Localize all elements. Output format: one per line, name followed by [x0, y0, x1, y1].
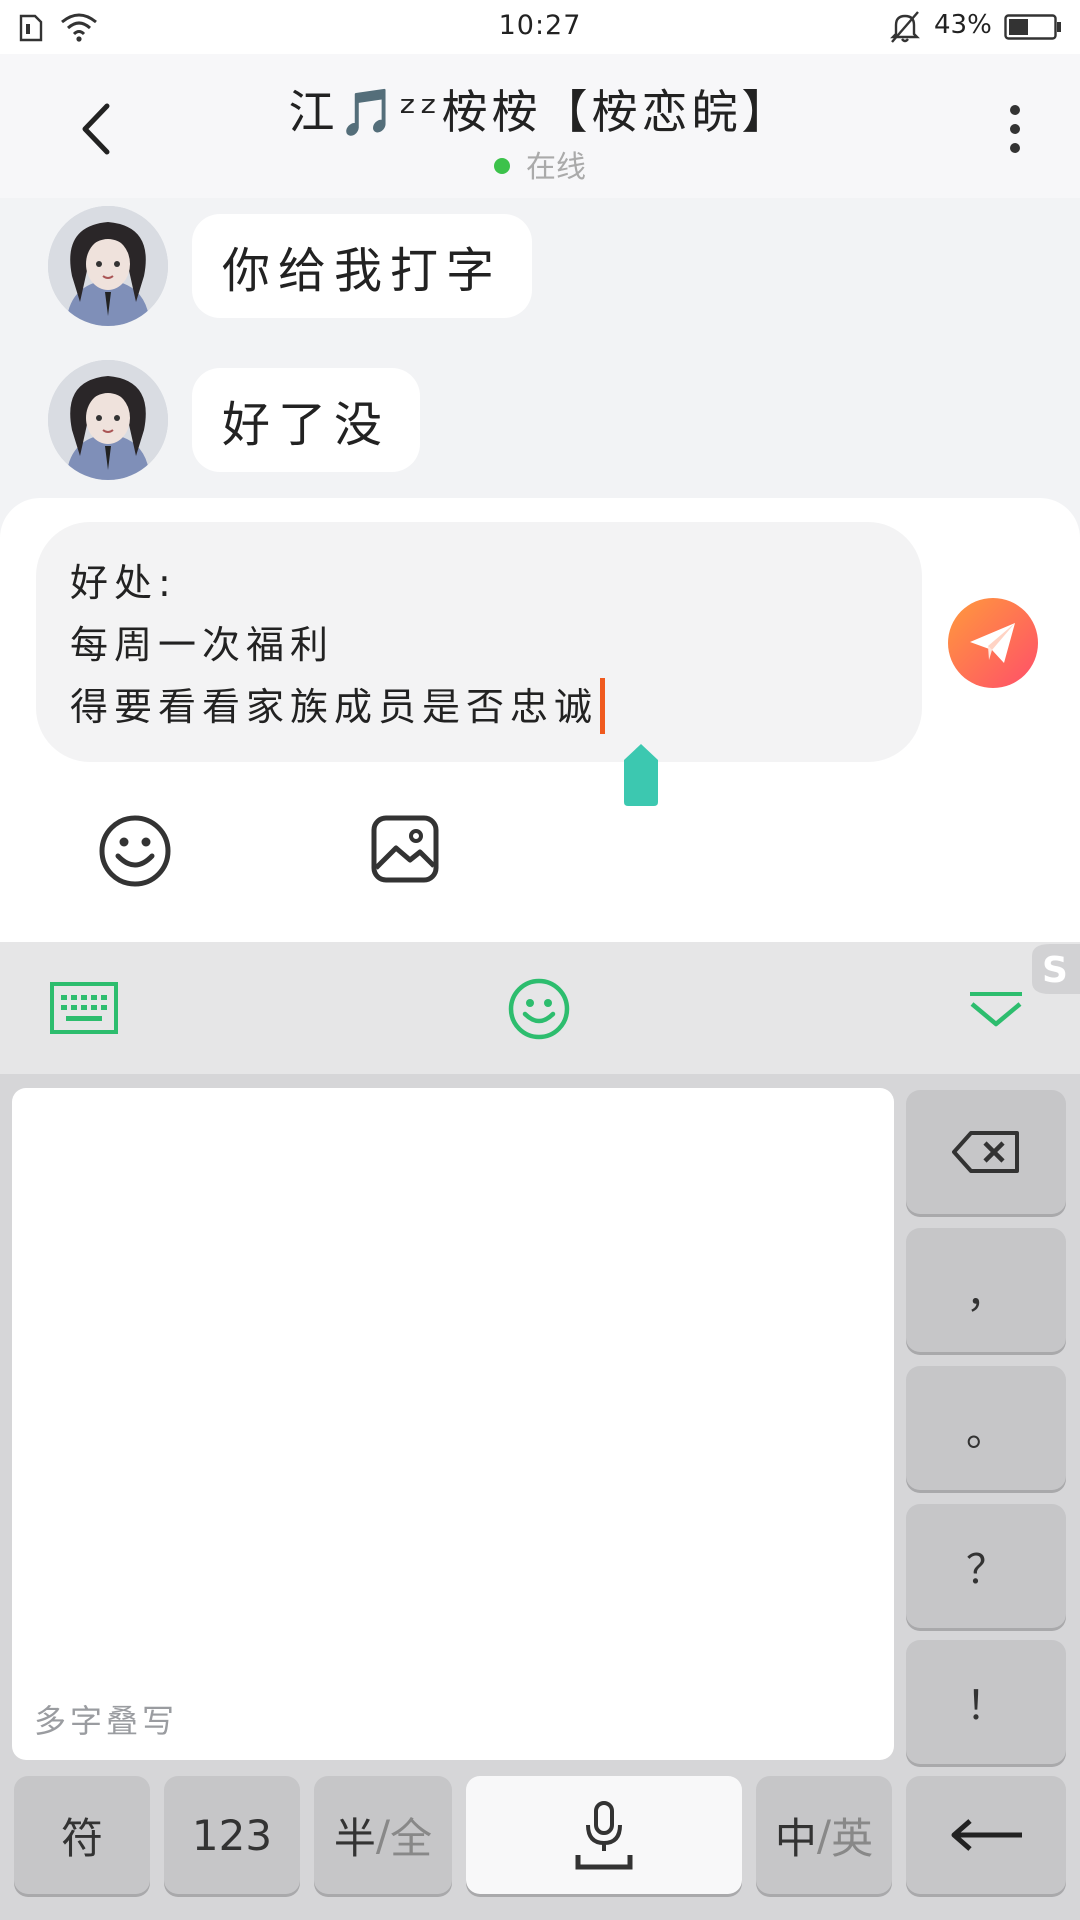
online-status-label: 在线	[526, 150, 586, 185]
more-dot-icon	[1010, 124, 1020, 134]
smiley-face-icon[interactable]	[508, 978, 570, 1040]
more-dot-icon	[1010, 105, 1020, 115]
more-options-button[interactable]	[990, 94, 1040, 164]
exclamation-key[interactable]: ！	[906, 1640, 1066, 1764]
handwriting-pad[interactable]: 多字叠写	[12, 1088, 894, 1760]
backspace-icon	[952, 1131, 1019, 1173]
paper-plane-icon	[970, 623, 1015, 663]
handwriting-hint: 多字叠写	[34, 1702, 179, 1740]
keyboard-toolbar: S	[0, 942, 1080, 1074]
more-dot-icon	[1010, 143, 1020, 153]
muted-bell-icon	[890, 11, 920, 43]
chinese-english-key[interactable]: 中 / 英	[756, 1776, 892, 1894]
half-width-label: 半	[333, 1813, 376, 1863]
emoji-button[interactable]	[98, 814, 172, 888]
message-list[interactable]: 你给我打字 好了没	[0, 198, 1080, 498]
enter-key[interactable]	[906, 1776, 1066, 1894]
avatar[interactable]	[48, 206, 168, 326]
separator: /	[375, 1810, 391, 1860]
full-width-label: 全	[390, 1813, 433, 1863]
message-item: 好了没	[48, 360, 421, 480]
input-line: 每周一次福利	[70, 623, 335, 667]
avatar[interactable]	[48, 360, 168, 480]
period-key[interactable]: 。	[906, 1366, 1066, 1490]
text-caret	[600, 677, 606, 734]
input-line-text: 得要看看家族成员是否忠诚	[70, 685, 599, 729]
message-item: 你给我打字	[48, 206, 533, 326]
keyboard-icon[interactable]	[50, 982, 118, 1034]
symbol-key[interactable]: 符	[14, 1776, 150, 1894]
online-status: 在线	[0, 142, 1080, 186]
image-button[interactable]	[370, 814, 440, 884]
battery-icon	[1004, 14, 1061, 40]
chat-header: 江🎵ᶻᶻ桉桉【桉恋皖】 在线	[0, 54, 1080, 198]
battery-percent: 43%	[934, 10, 992, 40]
keyboard: 多字叠写 ， 。 ？ ！ 符 123 半 / 全 中 / 英	[0, 1074, 1080, 1920]
caret-handle-icon[interactable]	[622, 742, 660, 808]
message-bubble[interactable]: 好了没	[192, 368, 421, 472]
message-input[interactable]: 好处: 每周一次福利 得要看看家族成员是否忠诚	[36, 522, 922, 762]
svg-text:S: S	[1042, 950, 1068, 991]
comma-key[interactable]: ，	[906, 1228, 1066, 1352]
microphone-icon	[575, 1801, 633, 1870]
sogou-logo-icon: S	[1032, 944, 1080, 994]
backspace-key[interactable]	[906, 1090, 1066, 1214]
question-key[interactable]: ？	[906, 1504, 1066, 1628]
input-line-last: 得要看看家族成员是否忠诚	[70, 676, 888, 738]
online-dot-icon	[494, 157, 510, 174]
status-bar: 10:27 43%	[0, 0, 1080, 54]
enter-arrow-icon	[951, 1819, 1022, 1851]
send-button[interactable]	[948, 598, 1038, 688]
chat-title: 江🎵ᶻᶻ桉桉【桉恋皖】	[288, 85, 792, 139]
chinese-label: 中	[774, 1813, 817, 1863]
avatar-image	[48, 206, 168, 326]
message-bubble[interactable]: 你给我打字	[192, 214, 533, 318]
half-full-width-key[interactable]: 半 / 全	[314, 1776, 452, 1894]
collapse-keyboard-icon[interactable]	[966, 990, 1026, 1028]
english-label: 英	[831, 1813, 874, 1863]
composer: 好处: 每周一次福利 得要看看家族成员是否忠诚	[0, 498, 1080, 942]
voice-space-key[interactable]	[466, 1776, 742, 1894]
input-line: 好处:	[70, 561, 177, 605]
avatar-image	[48, 360, 168, 480]
separator: /	[816, 1810, 832, 1860]
numbers-key[interactable]: 123	[164, 1776, 300, 1894]
